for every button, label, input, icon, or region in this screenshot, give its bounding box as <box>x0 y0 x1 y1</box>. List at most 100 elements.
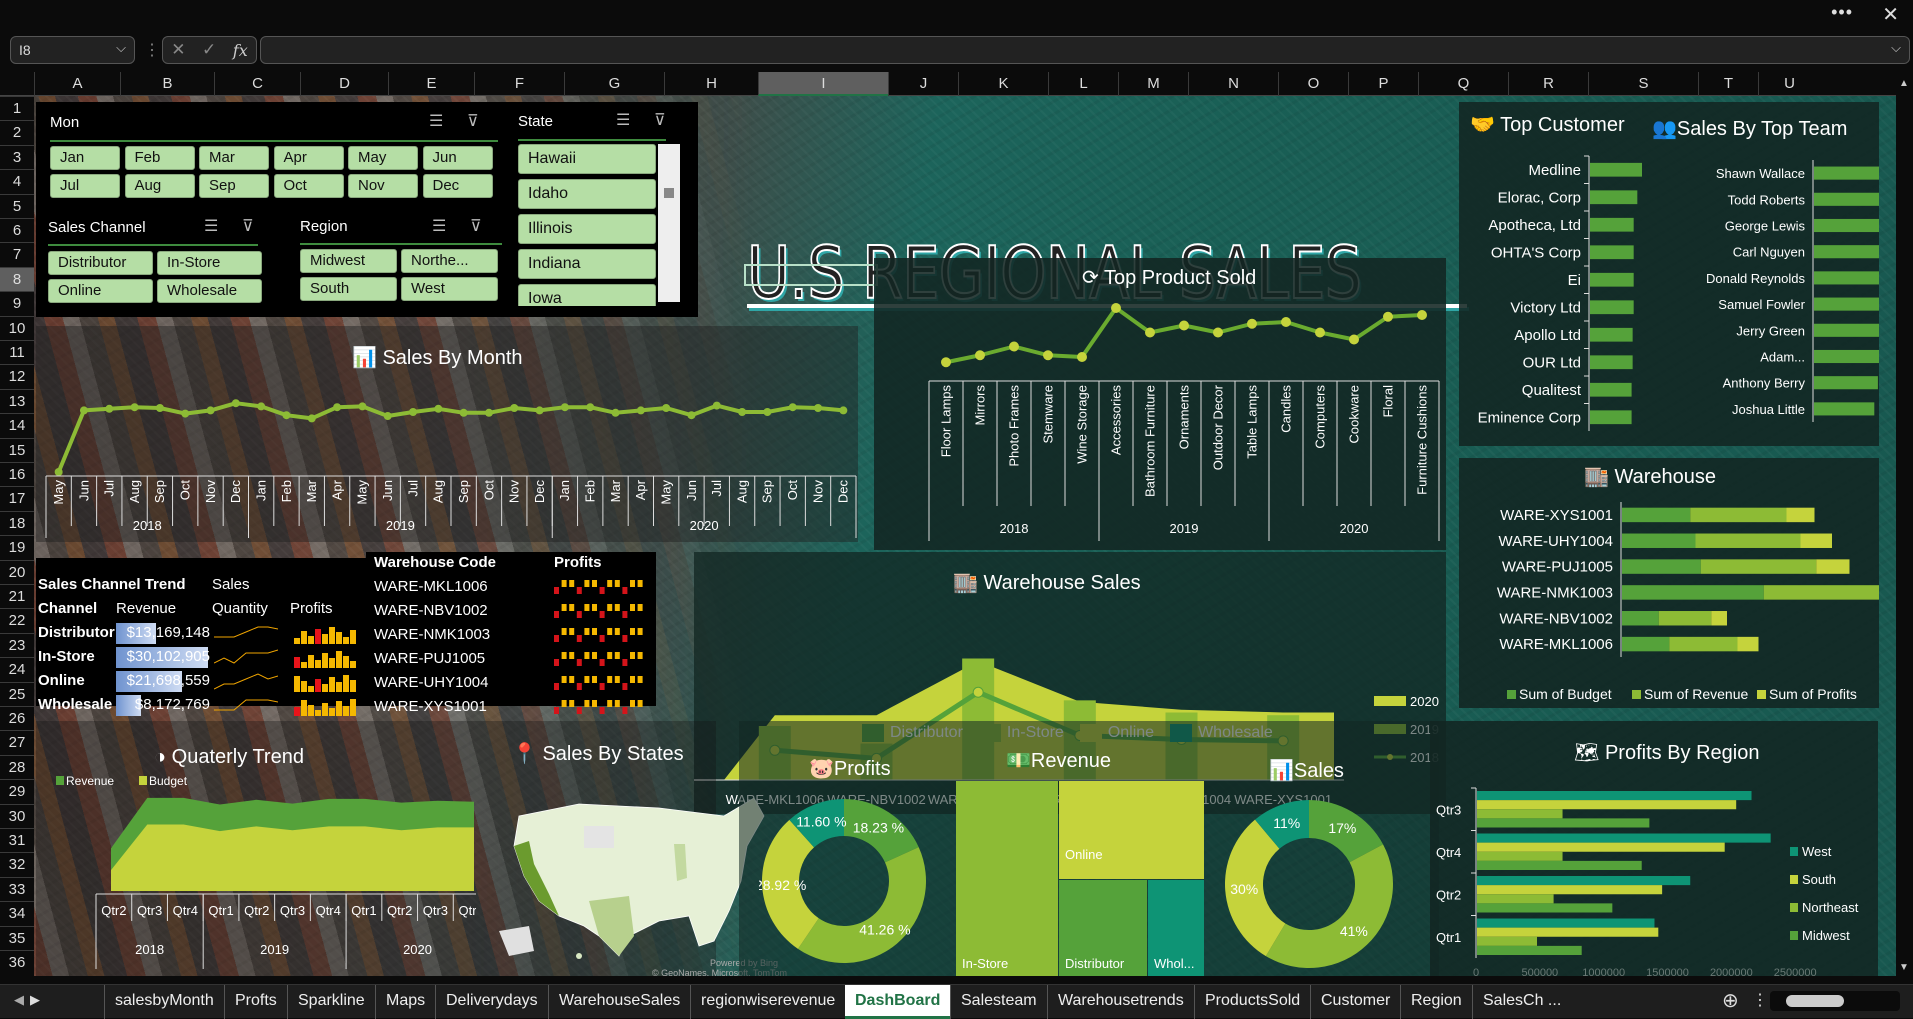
row-header-29[interactable]: 29 <box>0 779 34 803</box>
column-header-B[interactable]: B <box>120 72 214 96</box>
us-states-map[interactable] <box>489 786 779 966</box>
month-chip[interactable]: Jan <box>50 146 120 170</box>
state-scrollbar[interactable] <box>658 144 680 302</box>
region-chip[interactable]: South <box>300 277 397 301</box>
channel-chip[interactable]: Online <box>48 279 153 303</box>
row-header-9[interactable]: 9 <box>0 291 34 315</box>
scroll-thumb[interactable] <box>664 188 674 198</box>
expand-formula-icon[interactable]: ⌵ <box>1891 40 1901 56</box>
row-header-5[interactable]: 5 <box>0 193 34 218</box>
formula-input[interactable]: ⌵ <box>260 36 1910 64</box>
sheet-tab-sparkline[interactable]: Sparkline <box>287 985 375 1019</box>
row-header-20[interactable]: 20 <box>0 559 34 584</box>
row-header-16[interactable]: 16 <box>0 462 34 486</box>
row-header-30[interactable]: 30 <box>0 803 34 828</box>
month-chip[interactable]: Sep <box>199 174 269 198</box>
sheet-tab-regionwiserevenue[interactable]: regionwiserevenue <box>690 985 845 1019</box>
sheet-tab-salesteam[interactable]: Salesteam <box>950 985 1047 1019</box>
close-icon[interactable]: ✕ <box>1882 2 1899 27</box>
row-header-32[interactable]: 32 <box>0 852 34 876</box>
row-header-15[interactable]: 15 <box>0 437 34 462</box>
month-chip[interactable]: Mar <box>199 146 269 170</box>
prev-sheet-icon[interactable]: ◀ <box>14 992 24 1008</box>
multi-select-icon[interactable]: ☰ <box>616 110 630 130</box>
column-header-P[interactable]: P <box>1348 72 1418 96</box>
cancel-icon[interactable]: ✕ <box>171 40 185 60</box>
sheet-tab-customer[interactable]: Customer <box>1310 985 1400 1019</box>
sheet-tab-warehousesales[interactable]: WarehouseSales <box>548 985 690 1019</box>
region-chip[interactable]: Northe... <box>401 249 498 273</box>
clear-filter-icon[interactable]: ⊽ <box>654 110 666 130</box>
month-chip[interactable]: May <box>348 146 418 170</box>
column-header-Q[interactable]: Q <box>1418 72 1508 96</box>
column-header-U[interactable]: U <box>1758 72 1820 96</box>
column-header-H[interactable]: H <box>664 72 758 96</box>
row-header-27[interactable]: 27 <box>0 730 34 754</box>
row-header-11[interactable]: 11 <box>0 340 34 364</box>
row-header-24[interactable]: 24 <box>0 657 34 681</box>
more-sheets-icon[interactable]: ⋮ <box>1752 990 1768 1010</box>
channel-chip[interactable]: Wholesale <box>157 279 262 303</box>
month-chip[interactable]: Jul <box>50 174 120 198</box>
channel-chip[interactable]: Distributor <box>48 251 153 275</box>
state-chip[interactable]: Indiana <box>518 249 656 279</box>
sheet-tab-productssold[interactable]: ProductsSold <box>1194 985 1310 1019</box>
drag-handle-icon[interactable]: ⋮ <box>144 40 160 60</box>
row-header-23[interactable]: 23 <box>0 632 34 657</box>
add-sheet-icon[interactable]: ⊕ <box>1722 988 1739 1013</box>
enter-icon[interactable]: ✓ <box>202 40 216 60</box>
chevron-down-icon[interactable]: ⌵ <box>116 40 126 56</box>
column-header-J[interactable]: J <box>888 72 958 96</box>
row-header-14[interactable]: 14 <box>0 413 34 437</box>
row-header-8[interactable]: 8 <box>0 266 34 292</box>
month-chip[interactable]: Feb <box>124 146 195 170</box>
multi-select-icon[interactable]: ☰ <box>429 111 443 131</box>
row-header-12[interactable]: 12 <box>0 364 34 388</box>
sheet-tab-maps[interactable]: Maps <box>375 985 435 1019</box>
sheet-tab-profts[interactable]: Profts <box>224 985 287 1019</box>
row-header-25[interactable]: 25 <box>0 681 34 706</box>
row-header-4[interactable]: 4 <box>0 169 34 193</box>
row-header-7[interactable]: 7 <box>0 242 34 266</box>
scroll-up-icon[interactable]: ▲ <box>1899 78 1909 89</box>
column-header-A[interactable]: A <box>34 72 120 96</box>
row-header-13[interactable]: 13 <box>0 388 34 413</box>
month-chip[interactable]: Oct <box>273 174 344 198</box>
row-header-26[interactable]: 26 <box>0 706 34 730</box>
sheet-tab-region[interactable]: Region <box>1400 985 1472 1019</box>
column-header-F[interactable]: F <box>474 72 564 96</box>
column-header-L[interactable]: L <box>1048 72 1118 96</box>
column-header-I[interactable]: I <box>758 72 888 96</box>
month-chip[interactable]: Apr <box>273 146 344 170</box>
insert-function-icon[interactable]: fx <box>233 41 248 60</box>
row-header-22[interactable]: 22 <box>0 608 34 632</box>
row-header-17[interactable]: 17 <box>0 486 34 510</box>
row-header-1[interactable]: 1 <box>0 96 34 120</box>
scroll-thumb[interactable] <box>1786 995 1844 1007</box>
column-header-O[interactable]: O <box>1278 72 1348 96</box>
selected-cell-I8[interactable] <box>744 264 878 286</box>
column-header-N[interactable]: N <box>1188 72 1278 96</box>
sheet-tab-dashboard[interactable]: DashBoard <box>845 985 951 1019</box>
sheet-tab-salesbymonth[interactable]: salesbyMonth <box>104 985 224 1019</box>
row-header-6[interactable]: 6 <box>0 218 34 242</box>
scroll-down-icon[interactable]: ▼ <box>1899 962 1909 973</box>
month-chip[interactable]: Jun <box>422 146 493 170</box>
column-header-E[interactable]: E <box>388 72 474 96</box>
column-header-C[interactable]: C <box>214 72 300 96</box>
row-header-31[interactable]: 31 <box>0 828 34 852</box>
column-header-T[interactable]: T <box>1698 72 1758 96</box>
month-chip[interactable]: Nov <box>348 174 418 198</box>
clear-filter-icon[interactable]: ⊽ <box>242 216 254 236</box>
sheet-tab-salesch[interactable]: SalesCh ... <box>1472 985 1571 1019</box>
row-header-10[interactable]: 10 <box>0 315 34 340</box>
region-chip[interactable]: Midwest <box>300 249 397 273</box>
sheet-tab-deliverydays[interactable]: Deliverydays <box>435 985 548 1019</box>
clear-filter-icon[interactable]: ⊽ <box>467 111 479 131</box>
row-header-19[interactable]: 19 <box>0 535 34 559</box>
row-header-3[interactable]: 3 <box>0 144 34 169</box>
state-chip[interactable]: Iowa <box>518 284 656 306</box>
channel-chip[interactable]: In-Store <box>157 251 262 275</box>
column-header-G[interactable]: G <box>564 72 664 96</box>
row-header-18[interactable]: 18 <box>0 510 34 535</box>
